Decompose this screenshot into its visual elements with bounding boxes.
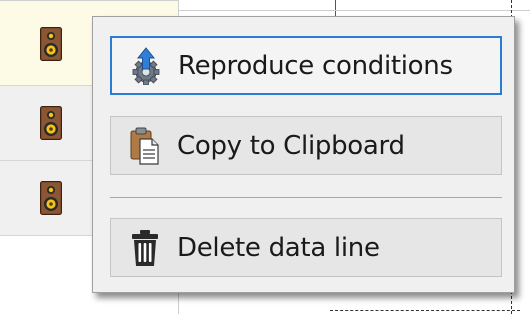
reproduce-conditions-menu-item[interactable]: Reproduce conditions bbox=[110, 36, 502, 95]
delete-data-line-menu-item[interactable]: Delete data line bbox=[110, 218, 502, 277]
speaker-icon bbox=[40, 106, 62, 140]
copy-to-clipboard-menu-item[interactable]: Copy to Clipboard bbox=[110, 116, 502, 175]
clipboard-icon bbox=[127, 126, 163, 166]
gear-arrow-icon bbox=[128, 46, 164, 86]
context-menu: Reproduce conditions Copy to Clipboard D… bbox=[92, 16, 515, 293]
speaker-icon bbox=[40, 27, 62, 61]
menu-item-label: Reproduce conditions bbox=[178, 50, 453, 81]
selection-outline bbox=[330, 310, 520, 311]
menu-item-label: Delete data line bbox=[177, 232, 380, 263]
menu-item-label: Copy to Clipboard bbox=[177, 130, 405, 161]
menu-separator bbox=[110, 197, 502, 198]
speaker-icon bbox=[40, 181, 62, 215]
grid-line bbox=[178, 10, 530, 11]
trash-icon bbox=[127, 228, 163, 268]
